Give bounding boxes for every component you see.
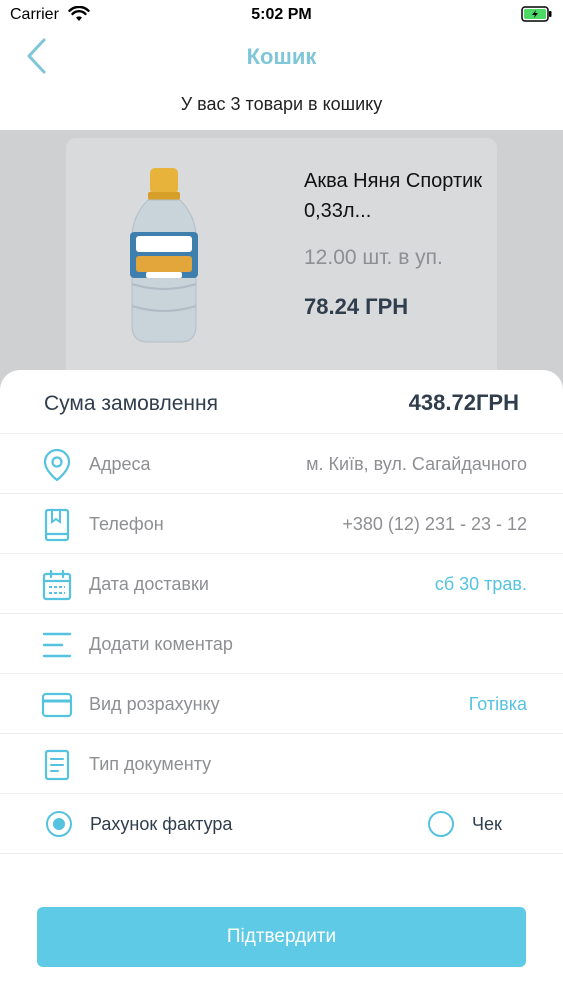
status-bar: Carrier 5:02 PM	[0, 0, 563, 30]
product-image	[124, 166, 204, 351]
product-card[interactable]: Аква Няня Спортик 0,33л... 12.00 шт. в у…	[66, 138, 497, 378]
receipt-radio-label[interactable]: Чек	[472, 814, 502, 835]
phone-value: +380 (12) 231 - 23 - 12	[342, 514, 527, 534]
navigation-bar: Кошик	[0, 30, 563, 86]
credit-card-icon	[40, 688, 74, 722]
document-type-options: Рахунок фактура Чек	[0, 794, 563, 854]
order-sum-row: Сума замовлення 438.72ГРН	[0, 370, 563, 434]
location-pin-icon	[40, 448, 74, 482]
product-list-overlay: Аква Няня Спортик 0,33л... 12.00 шт. в у…	[0, 130, 563, 390]
payment-method-row[interactable]: Вид розрахунку Готівка	[0, 674, 563, 734]
address-row[interactable]: Адреса м. Київ, вул. Сагайдачного	[0, 434, 563, 494]
calendar-icon	[40, 568, 74, 602]
add-comment-row[interactable]: Додати коментар	[0, 614, 563, 674]
product-pack-size: 12.00 шт. в уп.	[304, 246, 443, 269]
product-price: 78.24 ГРН	[304, 294, 409, 319]
delivery-date-label: Дата доставки	[89, 574, 209, 594]
clock: 5:02 PM	[251, 6, 312, 23]
receipt-radio[interactable]	[428, 811, 454, 837]
payment-method-label: Вид розрахунку	[89, 694, 220, 714]
delivery-date-value[interactable]: сб 30 трав.	[435, 574, 527, 595]
order-sum-value: 438.72ГРН	[408, 390, 519, 415]
payment-method-value[interactable]: Готівка	[469, 694, 527, 715]
page-title: Кошик	[246, 44, 317, 69]
cart-count-text: У вас 3 товари в кошику	[0, 86, 563, 130]
document-type-row: Тип документу	[0, 734, 563, 794]
order-sum-label: Сума замовлення	[44, 392, 218, 415]
confirm-button[interactable]: Підтвердити	[37, 907, 526, 967]
phone-row[interactable]: Телефон +380 (12) 231 - 23 - 12	[0, 494, 563, 554]
invoice-radio[interactable]	[46, 811, 72, 837]
document-icon	[40, 748, 74, 782]
battery-icon	[521, 6, 553, 27]
product-name: Аква Няня Спортик 0,33л...	[304, 170, 483, 222]
add-comment-label: Додати коментар	[89, 634, 233, 654]
phone-label: Телефон	[89, 514, 164, 534]
invoice-radio-label[interactable]: Рахунок фактура	[90, 814, 232, 835]
phone-icon	[40, 508, 74, 542]
address-label: Адреса	[89, 454, 151, 474]
delivery-date-row[interactable]: Дата доставки сб 30 трав.	[0, 554, 563, 614]
document-type-label: Тип документу	[89, 754, 212, 774]
order-summary-sheet: Сума замовлення 438.72ГРН Адреса м. Київ…	[0, 370, 563, 1000]
comment-lines-icon	[40, 628, 74, 662]
address-value: м. Київ, вул. Сагайдачного	[306, 454, 527, 474]
